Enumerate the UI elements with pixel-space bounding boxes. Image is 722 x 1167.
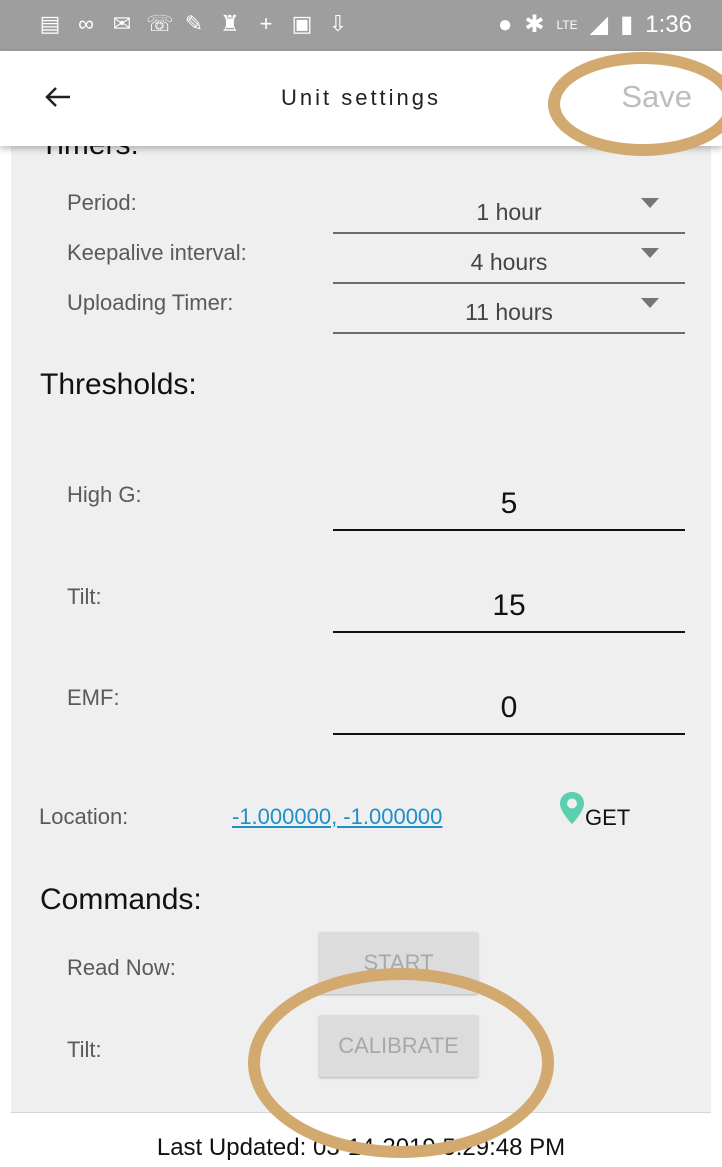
- tilt-command-label: Tilt:: [67, 1037, 102, 1062]
- signal-icon: ◢: [589, 11, 609, 38]
- thresholds-section-title: Thresholds:: [40, 368, 197, 401]
- keepalive-select[interactable]: 4 hours: [333, 238, 685, 284]
- keepalive-value: 4 hours: [470, 249, 548, 275]
- crosshair-icon: +: [259, 11, 273, 36]
- high-g-input[interactable]: 5: [333, 479, 685, 531]
- tilt-threshold-input[interactable]: 15: [333, 581, 685, 633]
- keyhole-icon: ♜: [220, 11, 240, 36]
- location-link[interactable]: -1.000000, -1.000000: [232, 804, 442, 830]
- uploading-timer-label: Uploading Timer:: [67, 290, 234, 315]
- voicemail-icon: ∞: [78, 11, 94, 36]
- get-location-button[interactable]: GET: [559, 791, 649, 831]
- high-g-label: High G:: [67, 482, 142, 507]
- location-label: Location:: [39, 804, 129, 829]
- status-bar: ▤ ∞ ✉ ☏ ✎ ♜ + ▣ ⇩ ● ✱ LTE ◢ ▮ 1:36: [0, 0, 722, 51]
- notification-icons: ▤ ∞ ✉ ☏ ✎ ♜ + ▣ ⇩: [38, 12, 350, 36]
- wrench-icon: ✎: [184, 11, 204, 36]
- battery-icon: ▮: [620, 11, 634, 38]
- read-now-label: Read Now:: [67, 955, 176, 980]
- tilt-threshold-label: Tilt:: [67, 584, 102, 609]
- commands-section-title: Commands:: [40, 883, 202, 916]
- uploading-timer-select[interactable]: 11 hours: [333, 288, 685, 334]
- status-time: 1:36: [645, 10, 692, 38]
- timers-section-title: Timers:: [40, 146, 139, 162]
- chevron-down-icon: [641, 298, 659, 308]
- tilt-threshold-value: 15: [492, 589, 526, 622]
- annotation-circle-calibrate: [248, 968, 554, 1158]
- emf-value: 0: [500, 691, 518, 724]
- missed-call-icon: ☏: [146, 11, 174, 36]
- period-label: Period:: [67, 190, 137, 215]
- emf-label: EMF:: [67, 685, 120, 710]
- download-icon: ⇩: [328, 11, 348, 36]
- keepalive-label: Keepalive interval:: [67, 240, 247, 265]
- uploading-timer-value: 11 hours: [465, 299, 553, 325]
- period-select[interactable]: 1 hour: [333, 188, 685, 234]
- mail-icon: ✉: [112, 11, 132, 36]
- high-g-value: 5: [500, 487, 518, 520]
- emf-input[interactable]: 0: [333, 683, 685, 735]
- system-icons: ● ✱ LTE ◢ ▮ 1:36: [498, 10, 692, 39]
- image-icon: ▣: [291, 11, 313, 36]
- notes-icon: ▤: [39, 11, 61, 36]
- settings-content[interactable]: Timers: Period: 1 hour Keepalive interva…: [11, 146, 711, 1112]
- location-pin-icon: ●: [497, 10, 513, 38]
- bluetooth-icon: ✱: [524, 11, 545, 38]
- chevron-down-icon: [641, 198, 659, 208]
- chevron-down-icon: [641, 248, 659, 258]
- map-pin-icon: [560, 792, 584, 824]
- period-value: 1 hour: [476, 199, 542, 225]
- get-label: GET: [585, 805, 631, 830]
- network-type: LTE: [556, 17, 578, 32]
